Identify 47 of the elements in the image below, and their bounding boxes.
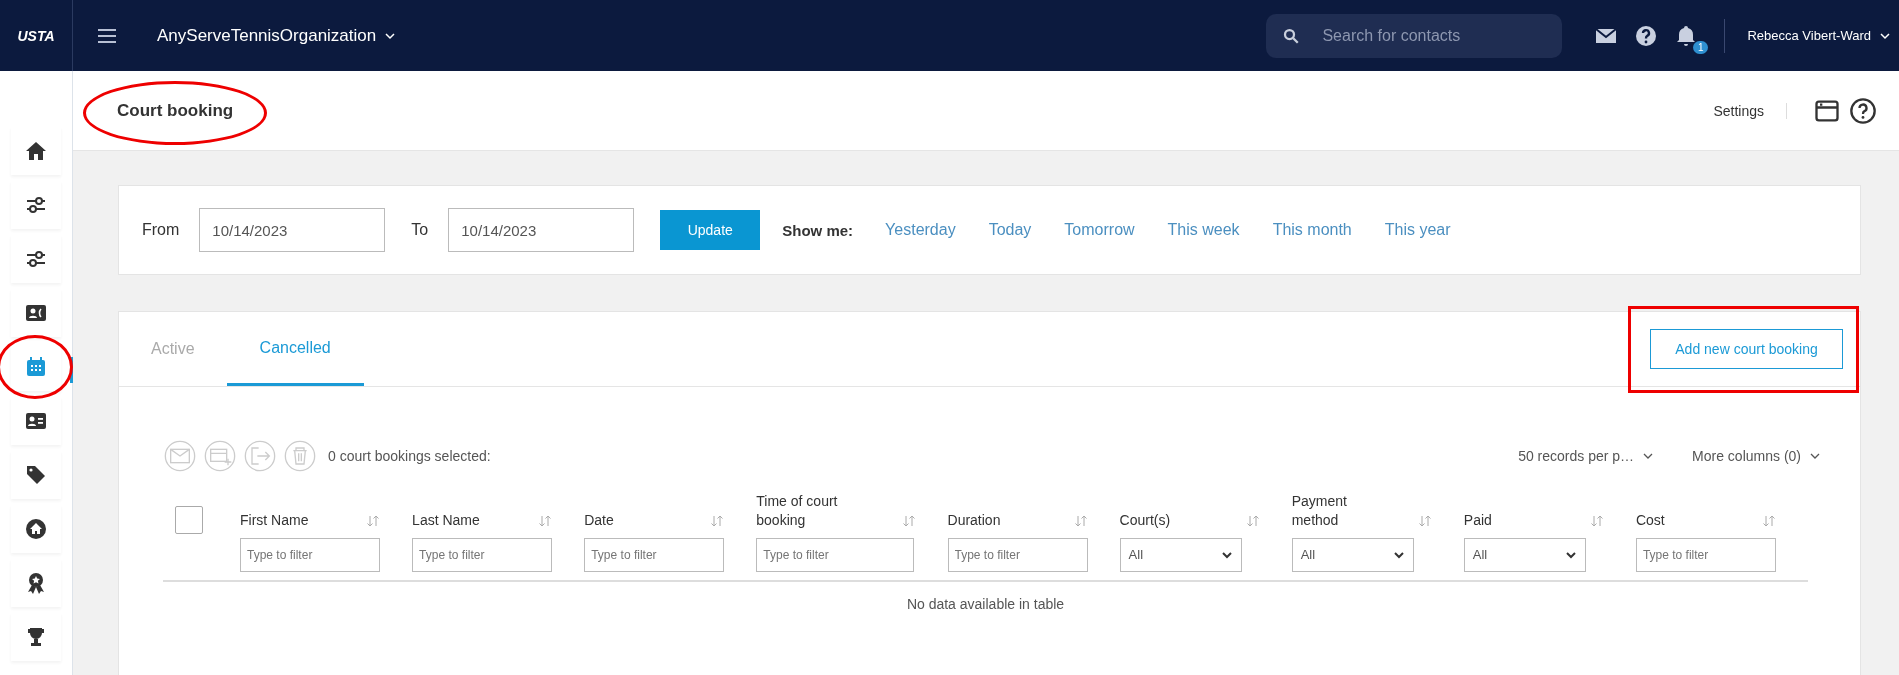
to-label: To bbox=[411, 221, 429, 239]
page-size-dropdown[interactable]: 50 records per p… bbox=[1518, 448, 1655, 464]
home-circle-icon bbox=[24, 517, 48, 541]
filter-dropdown[interactable]: All bbox=[1119, 537, 1242, 572]
select-all-checkbox[interactable] bbox=[175, 506, 203, 534]
filter-field[interactable]: Type to filter bbox=[1635, 537, 1776, 572]
search-field[interactable]: Search for contacts bbox=[1266, 13, 1563, 58]
help-icon[interactable] bbox=[1849, 96, 1877, 125]
search-icon bbox=[1282, 26, 1301, 45]
date-range-link[interactable]: Today bbox=[988, 221, 1032, 239]
column-header[interactable]: Duration bbox=[947, 510, 1048, 530]
show-me-label: Show me: bbox=[782, 221, 854, 239]
date-range-link[interactable]: This week bbox=[1167, 221, 1240, 239]
selection-count: 0 court bookings selected: bbox=[328, 448, 491, 464]
column-header[interactable]: Cost bbox=[1635, 510, 1736, 530]
date-range-link[interactable]: Yesterday bbox=[885, 221, 956, 239]
filter-field[interactable]: Type to filter bbox=[947, 537, 1088, 572]
date-range-link[interactable]: This month bbox=[1272, 221, 1352, 239]
user-menu[interactable]: Rebecca Vibert-Ward bbox=[1724, 18, 1891, 53]
column-header[interactable]: Time of court booking bbox=[756, 492, 857, 530]
filter-field[interactable]: Type to filter bbox=[412, 537, 553, 572]
tag-icon bbox=[24, 463, 48, 487]
date-range-link[interactable]: Tomorrow bbox=[1064, 221, 1135, 239]
date-range-link[interactable]: This year bbox=[1384, 221, 1451, 239]
more-columns-dropdown[interactable]: More columns (0) bbox=[1692, 448, 1821, 464]
home-icon bbox=[24, 139, 48, 163]
calendar-icon bbox=[24, 355, 48, 379]
filter-field[interactable]: Type to filter bbox=[584, 537, 725, 572]
organization-dropdown[interactable]: AnyServeTennisOrganization bbox=[157, 25, 397, 46]
filter-field[interactable]: Type to filter bbox=[756, 537, 915, 572]
column-header[interactable]: Court(s) bbox=[1119, 510, 1220, 530]
filter-dropdown[interactable]: All bbox=[1291, 537, 1414, 572]
from-label: From bbox=[142, 221, 180, 239]
column-header[interactable]: Date bbox=[584, 510, 685, 530]
date-field[interactable]: 10/14/2023 bbox=[448, 208, 635, 252]
column-header[interactable]: First Name bbox=[240, 510, 340, 530]
filter-dropdown[interactable]: All bbox=[1463, 537, 1586, 572]
empty-table-message: No data available in table bbox=[905, 594, 1066, 614]
filter-field[interactable]: Type to filter bbox=[240, 537, 380, 572]
help-icon[interactable] bbox=[1634, 23, 1659, 48]
page-title: Court booking bbox=[117, 100, 234, 121]
column-header[interactable]: Payment method bbox=[1291, 492, 1392, 530]
notification-badge: 1 bbox=[1692, 40, 1709, 54]
date-field[interactable]: 10/14/2023 bbox=[199, 208, 386, 252]
column-header[interactable]: Last Name bbox=[412, 510, 513, 530]
settings-link[interactable]: Settings bbox=[1713, 102, 1787, 119]
column-header[interactable]: Paid bbox=[1463, 510, 1564, 530]
